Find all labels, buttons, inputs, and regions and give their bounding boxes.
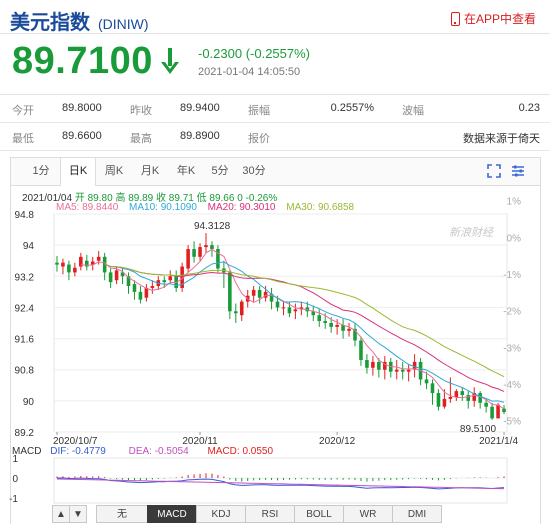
scroll-down-button[interactable]: ▼: [69, 505, 87, 523]
y-right-tick-label: 0%: [507, 233, 522, 244]
macd-value: MACD: 0.0550: [207, 446, 274, 457]
watermark: 新浪财经: [449, 226, 494, 239]
macd-tick-label: -1: [9, 494, 18, 505]
y-right-tick-label: -3%: [503, 343, 521, 354]
indicator-bar: ▲ ▼ 无 MACD KDJ RSI BOLL WR DMI: [52, 505, 442, 523]
candle-body: [257, 289, 262, 298]
candle-body: [502, 408, 506, 413]
y-tick-label: 94: [23, 241, 35, 252]
candle-body: [239, 301, 244, 316]
candle-body: [55, 262, 59, 265]
candle-body: [204, 245, 208, 248]
min-label: 89.5100: [460, 424, 497, 435]
indicator-rsi[interactable]: RSI: [245, 505, 295, 523]
candle-body: [132, 284, 137, 292]
candle-body: [329, 323, 333, 327]
candle-body: [210, 245, 214, 250]
candle-body: [394, 369, 399, 372]
candle-body: [406, 369, 411, 372]
scroll-up-button[interactable]: ▲: [52, 505, 70, 523]
candle-body: [108, 272, 113, 283]
indicator-boll[interactable]: BOLL: [294, 505, 344, 523]
candle-body: [442, 398, 447, 407]
annotations: 94.3128 89.5100: [194, 221, 496, 435]
macd-dea: DEA: -0.5054: [128, 446, 189, 457]
candle-body: [323, 321, 327, 323]
candle-body: [96, 256, 101, 261]
y-right-tick-label: 1%: [507, 197, 522, 208]
candle-body: [490, 406, 494, 419]
macd-title: MACD: [12, 446, 42, 457]
candle-body: [114, 270, 119, 281]
x-tick-label: 2020/12: [319, 436, 356, 447]
y-tick-label: 90: [23, 397, 35, 408]
y-axis-labels: 94.8 94 93.2 92.4 91.6 90.8 90 89.2: [15, 210, 35, 439]
candle-body: [496, 404, 500, 419]
y-axis-right-labels: 1% 0% -1% -2% -3% -4% -5%: [503, 197, 521, 428]
candle-body: [400, 369, 405, 372]
indicator-macd[interactable]: MACD: [147, 505, 197, 523]
ma-lines: [80, 248, 505, 410]
candle-body: [73, 267, 77, 273]
macd-panel: 10-1: [9, 454, 508, 505]
candle-body: [61, 262, 65, 267]
candle-body: [228, 272, 232, 312]
candle-body: [138, 291, 143, 300]
y-right-tick-label: -4%: [503, 380, 521, 391]
candle-body: [424, 379, 429, 384]
y-tick-label: 92.4: [15, 303, 35, 314]
y-right-tick-label: -5%: [503, 417, 521, 428]
indicator-kdj[interactable]: KDJ: [196, 505, 246, 523]
indicator-none[interactable]: 无: [96, 505, 148, 523]
y-tick-label: 93.2: [15, 272, 35, 283]
candle-body: [448, 396, 453, 399]
candle-body: [365, 359, 369, 368]
candle-body: [371, 361, 375, 368]
indicator-dmi[interactable]: DMI: [392, 505, 442, 523]
y-right-tick-label: -2%: [503, 307, 521, 318]
candle-body: [484, 402, 488, 407]
candle-body: [359, 340, 363, 360]
watermark-text: 新浪财经: [449, 226, 494, 239]
macd-dif: DIF: -0.4779: [50, 446, 106, 457]
y-tick-label: 94.8: [15, 210, 35, 221]
candle-body: [162, 280, 167, 283]
candle-body: [168, 276, 173, 281]
candle-body: [335, 324, 339, 327]
y-right-tick-label: -1%: [503, 270, 521, 281]
macd-legend: MACD DIF: -0.4779 DEA: -0.5054 MACD: 0.0…: [12, 446, 273, 457]
x-tick-label: 2021/1/4: [479, 436, 518, 447]
candle-body: [275, 301, 280, 308]
candle-body: [478, 393, 482, 403]
candle-body: [186, 249, 190, 269]
candle-body: [150, 286, 155, 288]
candle-body: [377, 361, 381, 370]
candle-body: [430, 383, 435, 394]
candle-body: [287, 307, 292, 314]
candle-body: [347, 328, 351, 331]
candle-body: [281, 307, 286, 309]
candle-body: [144, 287, 149, 298]
candle-body: [234, 311, 238, 314]
candle-body: [293, 309, 298, 312]
macd-tick-label: 0: [12, 474, 18, 485]
indicator-wr[interactable]: WR: [343, 505, 393, 523]
dea-line: [56, 478, 505, 490]
y-tick-label: 91.6: [15, 335, 35, 346]
y-tick-label: 90.8: [15, 366, 35, 377]
candle-body: [251, 289, 256, 296]
candle-body: [454, 391, 459, 397]
x-axis-labels: 2020/10/7 2020/11 2020/12 2021/1/4: [53, 432, 518, 447]
candle-body: [436, 393, 441, 407]
candle-body: [317, 315, 322, 322]
candle-body: [460, 391, 465, 396]
candle-body: [67, 264, 71, 273]
candle-body: [192, 249, 196, 257]
max-label: 94.3128: [194, 221, 231, 232]
y-tick-label: 89.2: [15, 428, 35, 439]
candles: [55, 233, 506, 420]
candle-body: [198, 247, 202, 257]
